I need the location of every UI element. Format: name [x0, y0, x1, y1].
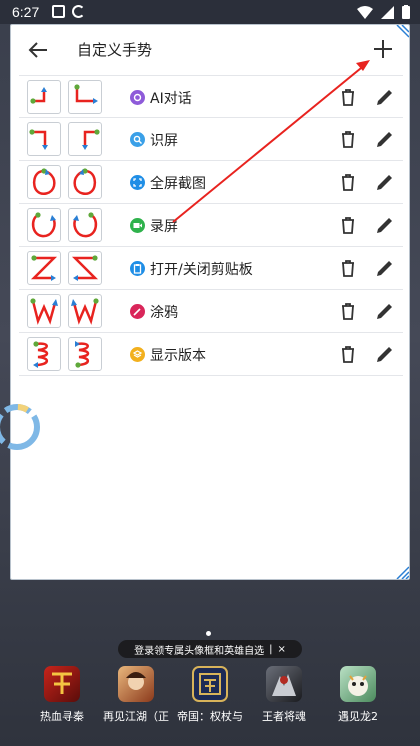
- gesture-thumb-left: [27, 337, 61, 371]
- gesture-label: 全屏截图: [150, 176, 206, 192]
- add-gesture-button[interactable]: [371, 37, 395, 61]
- dock-label: 王者将魂: [262, 710, 306, 723]
- gesture-panel: 自定义手势 AI对话 识屏 全屏截图 录屏 打开/关闭剪贴板 涂鸦 显示版本: [10, 24, 410, 580]
- delete-icon[interactable]: [337, 86, 359, 108]
- gesture-thumb-left: [27, 294, 61, 328]
- gesture-row[interactable]: 涂鸦: [19, 290, 403, 333]
- signal-icon: [381, 5, 394, 19]
- screenshot-icon: [130, 175, 145, 190]
- status-time: 6:27: [12, 4, 40, 20]
- status-bar: 6:27: [0, 0, 420, 24]
- gesture-thumb-right: [68, 294, 102, 328]
- gesture-thumb-right: [68, 165, 102, 199]
- gesture-thumb-left: [27, 165, 61, 199]
- gesture-thumb-left: [27, 80, 61, 114]
- login-banner[interactable]: 登录领专属头像框和英雄自选 | ×: [118, 640, 302, 658]
- gesture-label: 涂鸦: [150, 305, 178, 321]
- delete-icon[interactable]: [337, 257, 359, 279]
- gesture-row[interactable]: 录屏: [19, 204, 403, 247]
- dock-label: 遇见龙2: [338, 710, 378, 723]
- page-title: 自定义手势: [77, 41, 153, 59]
- version-icon: [130, 347, 145, 362]
- banner-text: 登录领专属头像框和英雄自选: [134, 645, 265, 657]
- dock-app-jianghu[interactable]: 再见江湖（正: [98, 664, 174, 724]
- resize-handle-icon[interactable]: [393, 563, 409, 579]
- delete-icon[interactable]: [337, 171, 359, 193]
- edit-pencil-icon[interactable]: [374, 86, 396, 108]
- game-long-icon: [340, 666, 376, 702]
- delete-icon[interactable]: [337, 300, 359, 322]
- gesture-label: 识屏: [150, 133, 178, 149]
- screen-record-icon: [130, 218, 145, 233]
- sync-icon: [72, 5, 85, 18]
- gesture-row[interactable]: 全屏截图: [19, 161, 403, 204]
- gesture-label: AI对话: [150, 91, 192, 107]
- gesture-thumb-right: [68, 251, 102, 285]
- game-diguo-icon: [192, 666, 228, 702]
- gesture-label: 录屏: [150, 219, 178, 235]
- delete-icon[interactable]: [337, 128, 359, 150]
- wifi-icon: [357, 5, 373, 19]
- gesture-row[interactable]: 显示版本: [19, 333, 403, 376]
- gesture-thumb-right: [68, 122, 102, 156]
- dock-app-wangzhe[interactable]: 王者将魂: [246, 664, 322, 724]
- game-wangzhe-icon: [266, 666, 302, 702]
- panel-header: 自定义手势: [11, 25, 409, 75]
- ai-chat-icon: [130, 90, 145, 105]
- gesture-row[interactable]: 识屏: [19, 118, 403, 161]
- gesture-label: 打开/关闭剪贴板: [150, 262, 253, 278]
- edit-pencil-icon[interactable]: [374, 257, 396, 279]
- game-jianghu-icon: [118, 666, 154, 702]
- app-dock: 热血寻秦 再见江湖（正 帝国：权杖与 王者将魂 遇见龙2: [0, 664, 420, 724]
- doodle-icon: [130, 304, 145, 319]
- clipboard-icon: [130, 261, 145, 276]
- gesture-thumb-right: [68, 208, 102, 242]
- gesture-label: 显示版本: [150, 348, 206, 364]
- gesture-thumb-left: [27, 251, 61, 285]
- page-indicator: [206, 631, 211, 636]
- dock-label: 帝国：权杖与: [177, 710, 243, 723]
- edit-pencil-icon[interactable]: [374, 128, 396, 150]
- screen-recognize-icon: [130, 132, 145, 147]
- gesture-thumb-left: [27, 208, 61, 242]
- delete-icon[interactable]: [337, 214, 359, 236]
- delete-icon[interactable]: [337, 343, 359, 365]
- resize-corner-icon[interactable]: [393, 25, 409, 41]
- dock-label: 热血寻秦: [40, 710, 84, 723]
- banner-separator: |: [269, 643, 273, 655]
- gesture-thumb-left: [27, 122, 61, 156]
- dock-label: 再见江湖（正: [103, 710, 169, 723]
- dock-app-long[interactable]: 遇见龙2: [320, 664, 396, 724]
- gesture-thumb-right: [68, 80, 102, 114]
- banner-close-button[interactable]: ×: [277, 644, 285, 655]
- battery-icon: [402, 5, 410, 19]
- dock-app-diguo[interactable]: 帝国：权杖与: [172, 664, 248, 724]
- edit-pencil-icon[interactable]: [374, 214, 396, 236]
- gesture-list: AI对话 识屏 全屏截图 录屏 打开/关闭剪贴板 涂鸦 显示版本: [19, 75, 403, 376]
- dock-app-rexue[interactable]: 热血寻秦: [24, 664, 100, 724]
- back-arrow-icon[interactable]: [27, 39, 49, 61]
- gesture-row[interactable]: 打开/关闭剪贴板: [19, 247, 403, 290]
- floating-ball-icon[interactable]: [0, 398, 46, 456]
- edit-pencil-icon[interactable]: [374, 300, 396, 322]
- game-rexue-icon: [44, 666, 80, 702]
- notification-a-icon: [52, 5, 65, 18]
- edit-pencil-icon[interactable]: [374, 343, 396, 365]
- edit-pencil-icon[interactable]: [374, 171, 396, 193]
- gesture-row[interactable]: AI对话: [19, 75, 403, 118]
- gesture-thumb-right: [68, 337, 102, 371]
